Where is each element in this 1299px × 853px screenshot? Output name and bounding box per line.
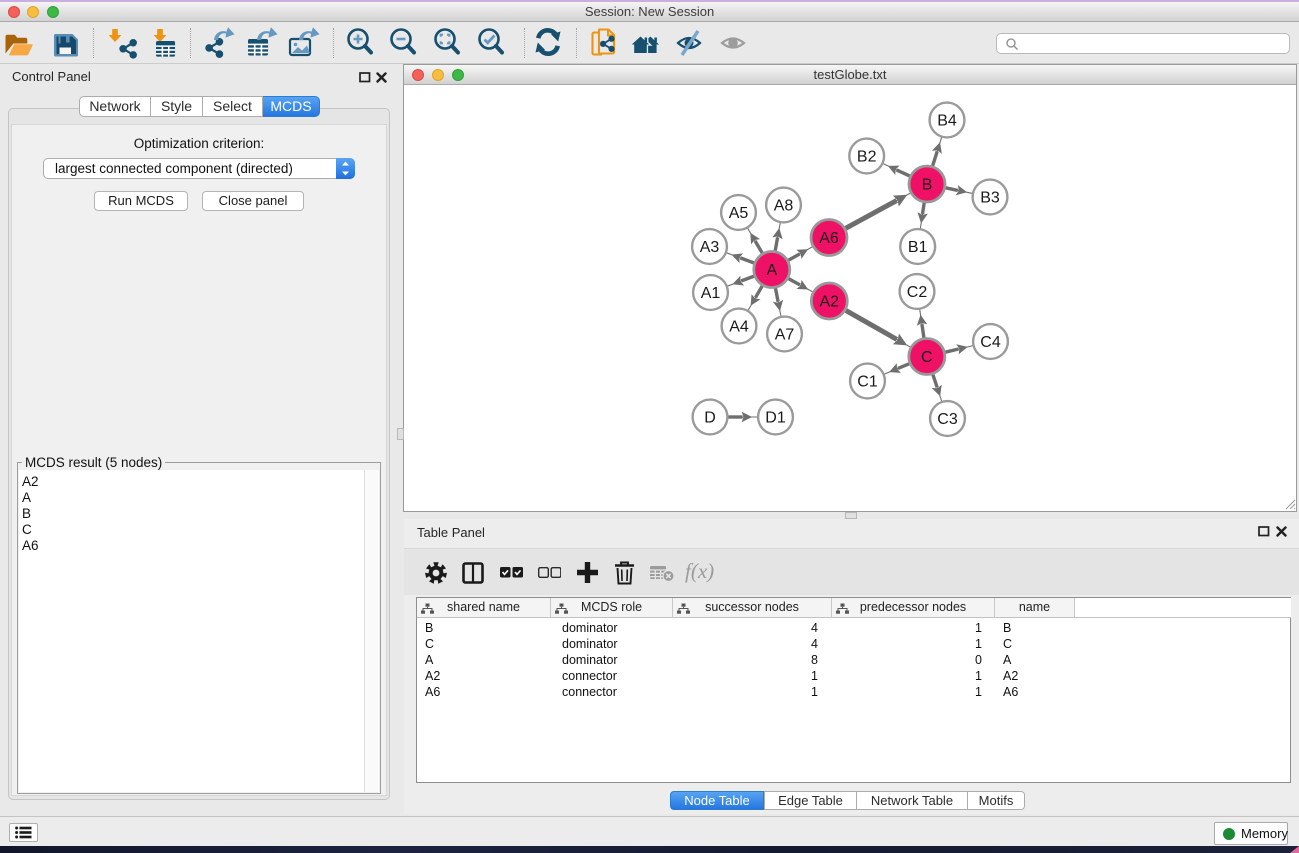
svg-text:B1: B1 bbox=[908, 239, 928, 256]
svg-text:A5: A5 bbox=[729, 205, 749, 222]
svg-text:A4: A4 bbox=[729, 319, 749, 336]
svg-text:B2: B2 bbox=[857, 149, 877, 166]
svg-text:D: D bbox=[704, 410, 716, 427]
svg-text:A6: A6 bbox=[819, 230, 839, 247]
svg-text:A7: A7 bbox=[775, 327, 795, 344]
svg-text:C: C bbox=[921, 349, 933, 366]
svg-text:B: B bbox=[922, 177, 933, 194]
svg-text:A: A bbox=[766, 262, 777, 279]
svg-text:C3: C3 bbox=[937, 411, 958, 428]
svg-text:A3: A3 bbox=[700, 239, 720, 256]
svg-text:C4: C4 bbox=[980, 334, 1001, 351]
svg-text:D1: D1 bbox=[765, 410, 786, 427]
svg-text:B3: B3 bbox=[980, 190, 1000, 207]
svg-text:C2: C2 bbox=[907, 284, 928, 301]
svg-text:A8: A8 bbox=[774, 198, 794, 215]
svg-text:C1: C1 bbox=[857, 374, 878, 391]
svg-text:A1: A1 bbox=[701, 285, 721, 302]
svg-text:A2: A2 bbox=[820, 294, 840, 311]
svg-text:B4: B4 bbox=[937, 113, 957, 130]
